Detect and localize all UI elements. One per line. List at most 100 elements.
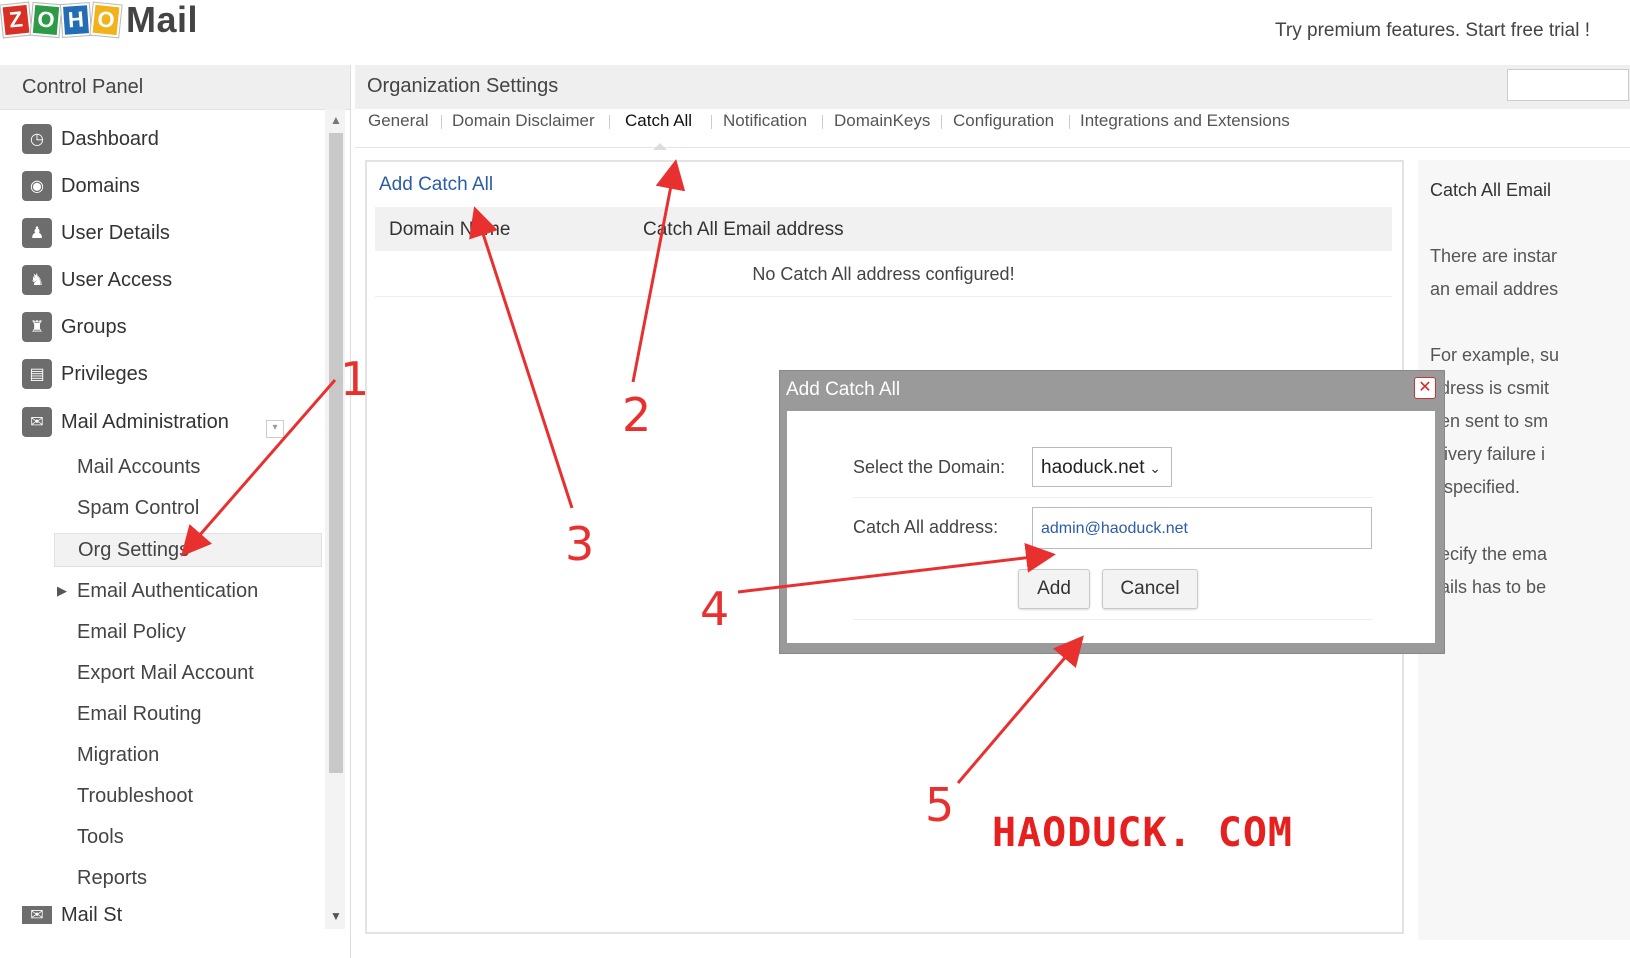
- sidebar-item-user-details[interactable]: ♟ User Details: [22, 217, 170, 249]
- step-number: 2: [622, 388, 652, 442]
- tab-separator: [441, 115, 442, 129]
- sidebar-subitem-email-authentication[interactable]: Email Authentication: [77, 575, 258, 607]
- top-header: Z O H O Mail Try premium features. Start…: [0, 0, 1630, 60]
- sidebar-item-label: User Details: [61, 221, 170, 244]
- step-number: 3: [565, 517, 595, 571]
- sidebar-subitem-reports[interactable]: Reports: [77, 862, 147, 894]
- close-icon[interactable]: ✕: [1414, 377, 1436, 399]
- sidebar-item-domains[interactable]: ◉ Domains: [22, 170, 140, 202]
- sidebar-subitem-tools[interactable]: Tools: [77, 821, 124, 853]
- sidebar-item-dashboard[interactable]: ◷ Dashboard: [22, 123, 159, 155]
- tab-integrations-extensions[interactable]: Integrations and Extensions: [1080, 111, 1290, 131]
- sidebar-item-label: Privileges: [61, 362, 148, 385]
- group-icon: ♜: [22, 312, 52, 342]
- form-divider: [853, 497, 1373, 498]
- scroll-thumb[interactable]: [329, 133, 343, 773]
- tab-general[interactable]: General: [368, 111, 428, 131]
- tab-separator: [1069, 115, 1070, 129]
- sidebar-subitem-email-policy[interactable]: Email Policy: [77, 616, 186, 648]
- help-text-line: There are instar: [1430, 246, 1558, 266]
- column-catch-all-email: Catch All Email address: [643, 219, 844, 240]
- scroll-down-icon[interactable]: ▼: [330, 909, 342, 923]
- active-tab-caret: [653, 143, 667, 150]
- control-panel-title: Control Panel: [0, 65, 350, 110]
- empty-table-message: No Catch All address configured!: [375, 252, 1392, 297]
- envelope-icon: ✉: [22, 407, 52, 437]
- add-button[interactable]: Add: [1018, 569, 1090, 609]
- sidebar-subitem-mail-accounts[interactable]: Mail Accounts: [77, 451, 200, 483]
- column-domain-name: Domain Name: [389, 219, 511, 240]
- sidebar-item-label: Dashboard: [61, 127, 159, 150]
- watermark-text: HAODUCK. COM: [992, 810, 1293, 856]
- globe-icon: ◉: [22, 171, 52, 201]
- collapse-section-icon[interactable]: ▾: [266, 420, 284, 438]
- sidebar-subitem-email-routing[interactable]: Email Routing: [77, 698, 202, 730]
- settings-tabs: General Domain Disclaimer Catch All Noti…: [355, 109, 1630, 150]
- premium-trial-link[interactable]: Try premium features. Start free trial !: [1275, 20, 1590, 42]
- sidebar-item-user-access[interactable]: ♞ User Access: [22, 264, 172, 296]
- tab-catch-all[interactable]: Catch All: [625, 111, 692, 131]
- sidebar-item-label: Domains: [61, 174, 140, 197]
- tab-separator: [941, 115, 942, 129]
- tab-notification[interactable]: Notification: [723, 111, 807, 131]
- logo-word: Mail: [126, 0, 199, 40]
- sidebar-item-groups[interactable]: ♜ Groups: [22, 311, 127, 343]
- help-text-line: For example, su: [1430, 345, 1560, 365]
- help-panel: Catch All Email There are instar an emai…: [1418, 160, 1630, 940]
- page-title: Organization Settings: [367, 75, 559, 97]
- main-header: Organization Settings: [355, 65, 1630, 110]
- sidebar-subitem-export-mail-account[interactable]: Export Mail Account: [77, 657, 254, 689]
- logo-letter: Z: [0, 2, 32, 38]
- envelope-icon: ✉: [22, 906, 52, 924]
- sidebar-nav: ◷ Dashboard ◉ Domains ♟ User Details ♞ U…: [0, 109, 325, 958]
- sidebar-item-label: Mail Administration: [61, 410, 229, 433]
- add-catch-all-dialog: Add Catch All ✕ Select the Domain: haodu…: [779, 370, 1445, 654]
- sidebar-subitem-org-settings[interactable]: Org Settings: [54, 533, 322, 567]
- sidebar-subitem-migration[interactable]: Migration: [77, 739, 159, 771]
- user-access-icon: ♞: [22, 265, 52, 295]
- logo-letter: O: [90, 2, 122, 38]
- help-text-line: pecify the ema: [1430, 544, 1548, 564]
- form-divider: [853, 619, 1373, 620]
- user-icon: ♟: [22, 218, 52, 248]
- header-search-box[interactable]: [1507, 69, 1629, 101]
- sidebar-item-label: Mail St: [61, 906, 123, 924]
- add-catch-all-link[interactable]: Add Catch All: [379, 174, 493, 196]
- scroll-up-icon[interactable]: ▲: [330, 113, 342, 127]
- tab-domain-disclaimer[interactable]: Domain Disclaimer: [452, 111, 595, 131]
- tab-separator: [822, 115, 823, 129]
- tab-configuration[interactable]: Configuration: [953, 111, 1054, 131]
- step-number: 1: [340, 352, 370, 406]
- help-text-line: elivery failure i: [1430, 444, 1546, 464]
- sidebar-scrollbar[interactable]: ▲ ▼: [325, 109, 345, 929]
- dialog-body: Select the Domain: haoduck.net ⌄ Catch A…: [787, 411, 1435, 643]
- tab-separator: [711, 115, 712, 129]
- dialog-title: Add Catch All: [786, 379, 901, 400]
- domain-select-value: haoduck.net: [1041, 457, 1145, 478]
- catch-all-address-label: Catch All address:: [853, 517, 999, 537]
- help-text-line: an email addres: [1430, 279, 1559, 299]
- tab-separator: [609, 115, 610, 129]
- sidebar-subitem-troubleshoot[interactable]: Troubleshoot: [77, 780, 193, 812]
- chevron-down-icon: ⌄: [1149, 460, 1161, 476]
- catch-all-address-input[interactable]: admin@haoduck.net: [1032, 507, 1372, 549]
- expand-triangle-icon[interactable]: ▶: [57, 583, 67, 599]
- help-text-line: een sent to sm: [1430, 411, 1549, 431]
- logo-letter: H: [60, 3, 92, 37]
- sidebar-item-truncated[interactable]: ✉ Mail St: [22, 906, 122, 924]
- domain-select[interactable]: haoduck.net ⌄: [1032, 447, 1172, 487]
- dashboard-icon: ◷: [22, 124, 52, 154]
- sidebar-item-label: Groups: [61, 315, 127, 338]
- table-header: Domain Name Catch All Email address: [375, 207, 1392, 251]
- help-text-line: ddress is csmit: [1430, 378, 1550, 398]
- cancel-button[interactable]: Cancel: [1102, 569, 1198, 609]
- step-number: 5: [925, 778, 955, 832]
- document-icon: ▤: [22, 359, 52, 389]
- tab-domainkeys[interactable]: DomainKeys: [834, 111, 930, 131]
- help-title: Catch All Email: [1430, 180, 1552, 200]
- sidebar-item-mail-administration[interactable]: ✉ Mail Administration: [22, 406, 229, 438]
- sidebar-subitem-spam-control[interactable]: Spam Control: [77, 492, 199, 524]
- sidebar-item-privileges[interactable]: ▤ Privileges: [22, 358, 148, 390]
- step-number: 4: [700, 582, 730, 636]
- zoho-mail-logo[interactable]: Z O H O Mail: [0, 0, 199, 40]
